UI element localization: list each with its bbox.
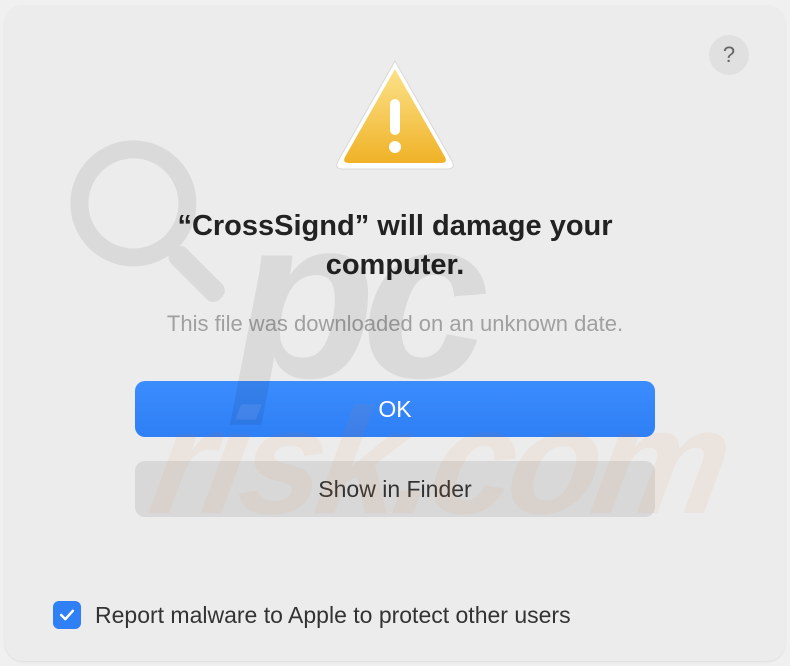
ok-button[interactable]: OK bbox=[135, 381, 655, 437]
ok-button-label: OK bbox=[378, 396, 411, 423]
help-icon: ? bbox=[723, 42, 735, 68]
report-checkbox-label: Report malware to Apple to protect other… bbox=[95, 602, 571, 629]
show-in-finder-button[interactable]: Show in Finder bbox=[135, 461, 655, 517]
dialog-title: “CrossSignd” will damage your computer. bbox=[125, 207, 665, 285]
report-checkbox-row: Report malware to Apple to protect other… bbox=[53, 601, 571, 629]
dialog-subtitle: This file was downloaded on an unknown d… bbox=[167, 311, 623, 337]
help-button[interactable]: ? bbox=[709, 35, 749, 75]
report-checkbox[interactable] bbox=[53, 601, 81, 629]
checkmark-icon bbox=[57, 605, 77, 625]
show-in-finder-label: Show in Finder bbox=[318, 476, 471, 503]
warning-icon bbox=[330, 55, 460, 175]
gatekeeper-dialog: pc risk.com ? “CrossSignd” will damage y… bbox=[5, 5, 785, 661]
